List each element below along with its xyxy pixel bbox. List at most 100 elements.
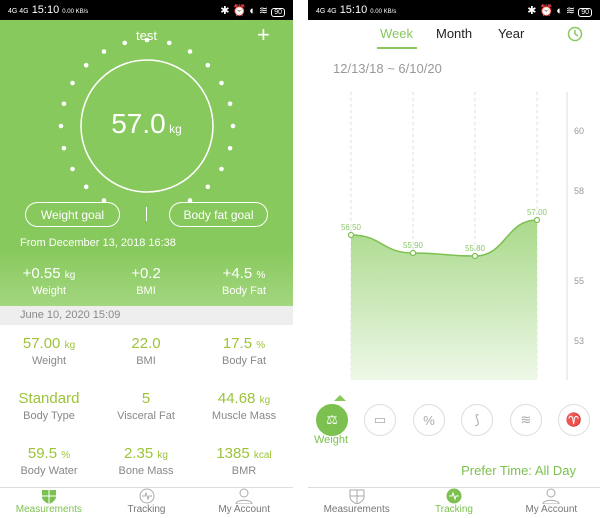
- data-point[interactable]: [409, 249, 417, 257]
- data-point[interactable]: [347, 231, 355, 239]
- dial-dot: [70, 80, 75, 86]
- dial-dot: [219, 80, 224, 86]
- data-point[interactable]: [533, 216, 541, 224]
- stat-value: 22.0: [131, 335, 161, 352]
- data-label: 55.80: [465, 244, 486, 253]
- stat-label: Bone Mass: [118, 465, 174, 477]
- measurement-date: June 10, 2020 15:09: [0, 306, 293, 325]
- clock-icon[interactable]: [567, 26, 583, 42]
- stat-6: 59.5 % Body Water: [0, 445, 98, 477]
- data-point[interactable]: [471, 252, 479, 260]
- selected-indicator: [334, 395, 346, 401]
- person-icon: [235, 488, 253, 504]
- data-label: 56.50: [341, 223, 362, 232]
- nav-my-account[interactable]: My Account: [195, 488, 293, 518]
- dial-dot: [122, 40, 128, 46]
- stat-label: Weight: [31, 355, 67, 367]
- area-fill: [351, 220, 537, 380]
- stat-8: 1385 kcal BMR: [195, 445, 293, 477]
- stat-label: Muscle Mass: [211, 410, 277, 422]
- weight-icon[interactable]: ⚖: [316, 404, 348, 436]
- stat-label: BMR: [231, 465, 257, 477]
- stat-value: Standard: [18, 390, 80, 407]
- stat-label: Weight: [31, 285, 67, 297]
- y-tick-label: 60: [574, 126, 584, 136]
- selected-metric-label: Weight: [314, 434, 349, 446]
- nav-measurements[interactable]: Measurements: [0, 488, 98, 518]
- date-range: 12/13/18 ~ 6/10/20: [333, 61, 442, 76]
- stat-label: Visceral Fat: [117, 410, 175, 422]
- bottom-nav: Measurements Tracking My Account: [0, 487, 293, 518]
- dial-dot: [227, 101, 233, 107]
- dial-dot: [83, 62, 89, 68]
- stat-label: Body Type: [23, 410, 75, 422]
- bottom-nav: Measurements Tracking My Account: [308, 487, 600, 518]
- stat-value: 17.5 %: [222, 335, 266, 352]
- stat-value: 44.68 kg: [217, 390, 271, 407]
- ruler-icon[interactable]: ▭: [364, 404, 396, 436]
- divider: [146, 207, 147, 221]
- shield-icon: [41, 490, 56, 504]
- stat-value: 59.5 %: [27, 445, 71, 462]
- tracking-screen: 4G 4G 15:10 0.00 KB/s ✱ ⏰ ◐ ≋ 90 Week Mon…: [308, 0, 600, 518]
- stat-3: Standard Body Type: [0, 390, 98, 422]
- plus-icon[interactable]: +: [257, 22, 270, 48]
- tab-month[interactable]: Month: [436, 26, 472, 41]
- from-date: From December 13, 2018 16:38: [20, 237, 176, 249]
- stat-label: Body Fat: [221, 355, 267, 367]
- nav-tracking[interactable]: Tracking: [98, 488, 196, 518]
- stat-2: +4.5 % Body Fat: [195, 265, 293, 297]
- stat-value: 57.00 kg: [22, 335, 76, 352]
- status-bar: 4G 4G 15:10 0.00 KB/s ✱ ⏰ ◐ ≋ 90: [308, 0, 600, 20]
- prefer-time[interactable]: Prefer Time: All Day: [461, 463, 576, 478]
- status-bar: 4G 4G 15:10 0.00 KB/s ✱ ⏰ ◐ ≋ 90: [0, 0, 293, 20]
- stat-value: +4.5 %: [222, 265, 266, 282]
- percent-icon[interactable]: %: [413, 404, 445, 436]
- stat-0: 57.00 kg Weight: [0, 335, 98, 367]
- dial-dot: [187, 49, 193, 54]
- stat-label: Body Water: [20, 465, 78, 477]
- kidney-icon[interactable]: ♈: [558, 404, 590, 436]
- nav-measurements[interactable]: Measurements: [308, 488, 405, 518]
- y-tick-label: 53: [574, 336, 584, 346]
- person-icon: [542, 488, 560, 504]
- active-tab-indicator: [377, 47, 417, 49]
- tab-year[interactable]: Year: [498, 26, 524, 41]
- stat-4: 5 Visceral Fat: [97, 390, 195, 422]
- bone-icon[interactable]: ⟆: [461, 404, 493, 436]
- pulse-icon: [446, 488, 462, 504]
- stat-label: Body Fat: [221, 285, 267, 297]
- weight-goal-button[interactable]: Weight goal: [25, 202, 120, 227]
- nav-tracking[interactable]: Tracking: [405, 488, 502, 518]
- dial-dot: [219, 166, 224, 172]
- stat-value: 1385 kcal: [216, 445, 272, 462]
- dial-dot: [61, 101, 67, 107]
- stat-value: 2.35 kg: [124, 445, 168, 462]
- pulse-icon: [139, 488, 154, 504]
- stat-value: +0.2: [131, 265, 161, 282]
- tab-week[interactable]: Week: [380, 26, 413, 41]
- nav-my-account[interactable]: My Account: [503, 488, 600, 518]
- y-tick-label: 58: [574, 186, 584, 196]
- stat-value: 5: [141, 390, 151, 407]
- dial-dot: [101, 49, 107, 54]
- data-label: 57.00: [527, 208, 548, 217]
- dial-dot: [205, 62, 211, 68]
- weight-chart: 60 58 55 53 56.50 55.90 55.80 57.00: [341, 92, 584, 380]
- dial-dot: [70, 166, 75, 172]
- dial-dot: [205, 184, 211, 190]
- stat-5: 44.68 kg Muscle Mass: [195, 390, 293, 422]
- y-tick-label: 55: [574, 276, 584, 286]
- stat-0: +0.55 kg Weight: [0, 265, 98, 297]
- dial-dot: [61, 145, 67, 151]
- body-fat-goal-button[interactable]: Body fat goal: [169, 202, 268, 227]
- stat-1: 22.0 BMI: [97, 335, 195, 367]
- stat-2: 17.5 % Body Fat: [195, 335, 293, 367]
- dial-dot: [83, 184, 89, 190]
- stat-1: +0.2 BMI: [97, 265, 195, 297]
- stat-value: +0.55 kg: [22, 265, 76, 282]
- muscle-icon[interactable]: ≋: [510, 404, 542, 436]
- data-label: 55.90: [403, 241, 424, 250]
- shield-icon: [349, 489, 365, 504]
- dial-dot: [166, 40, 172, 46]
